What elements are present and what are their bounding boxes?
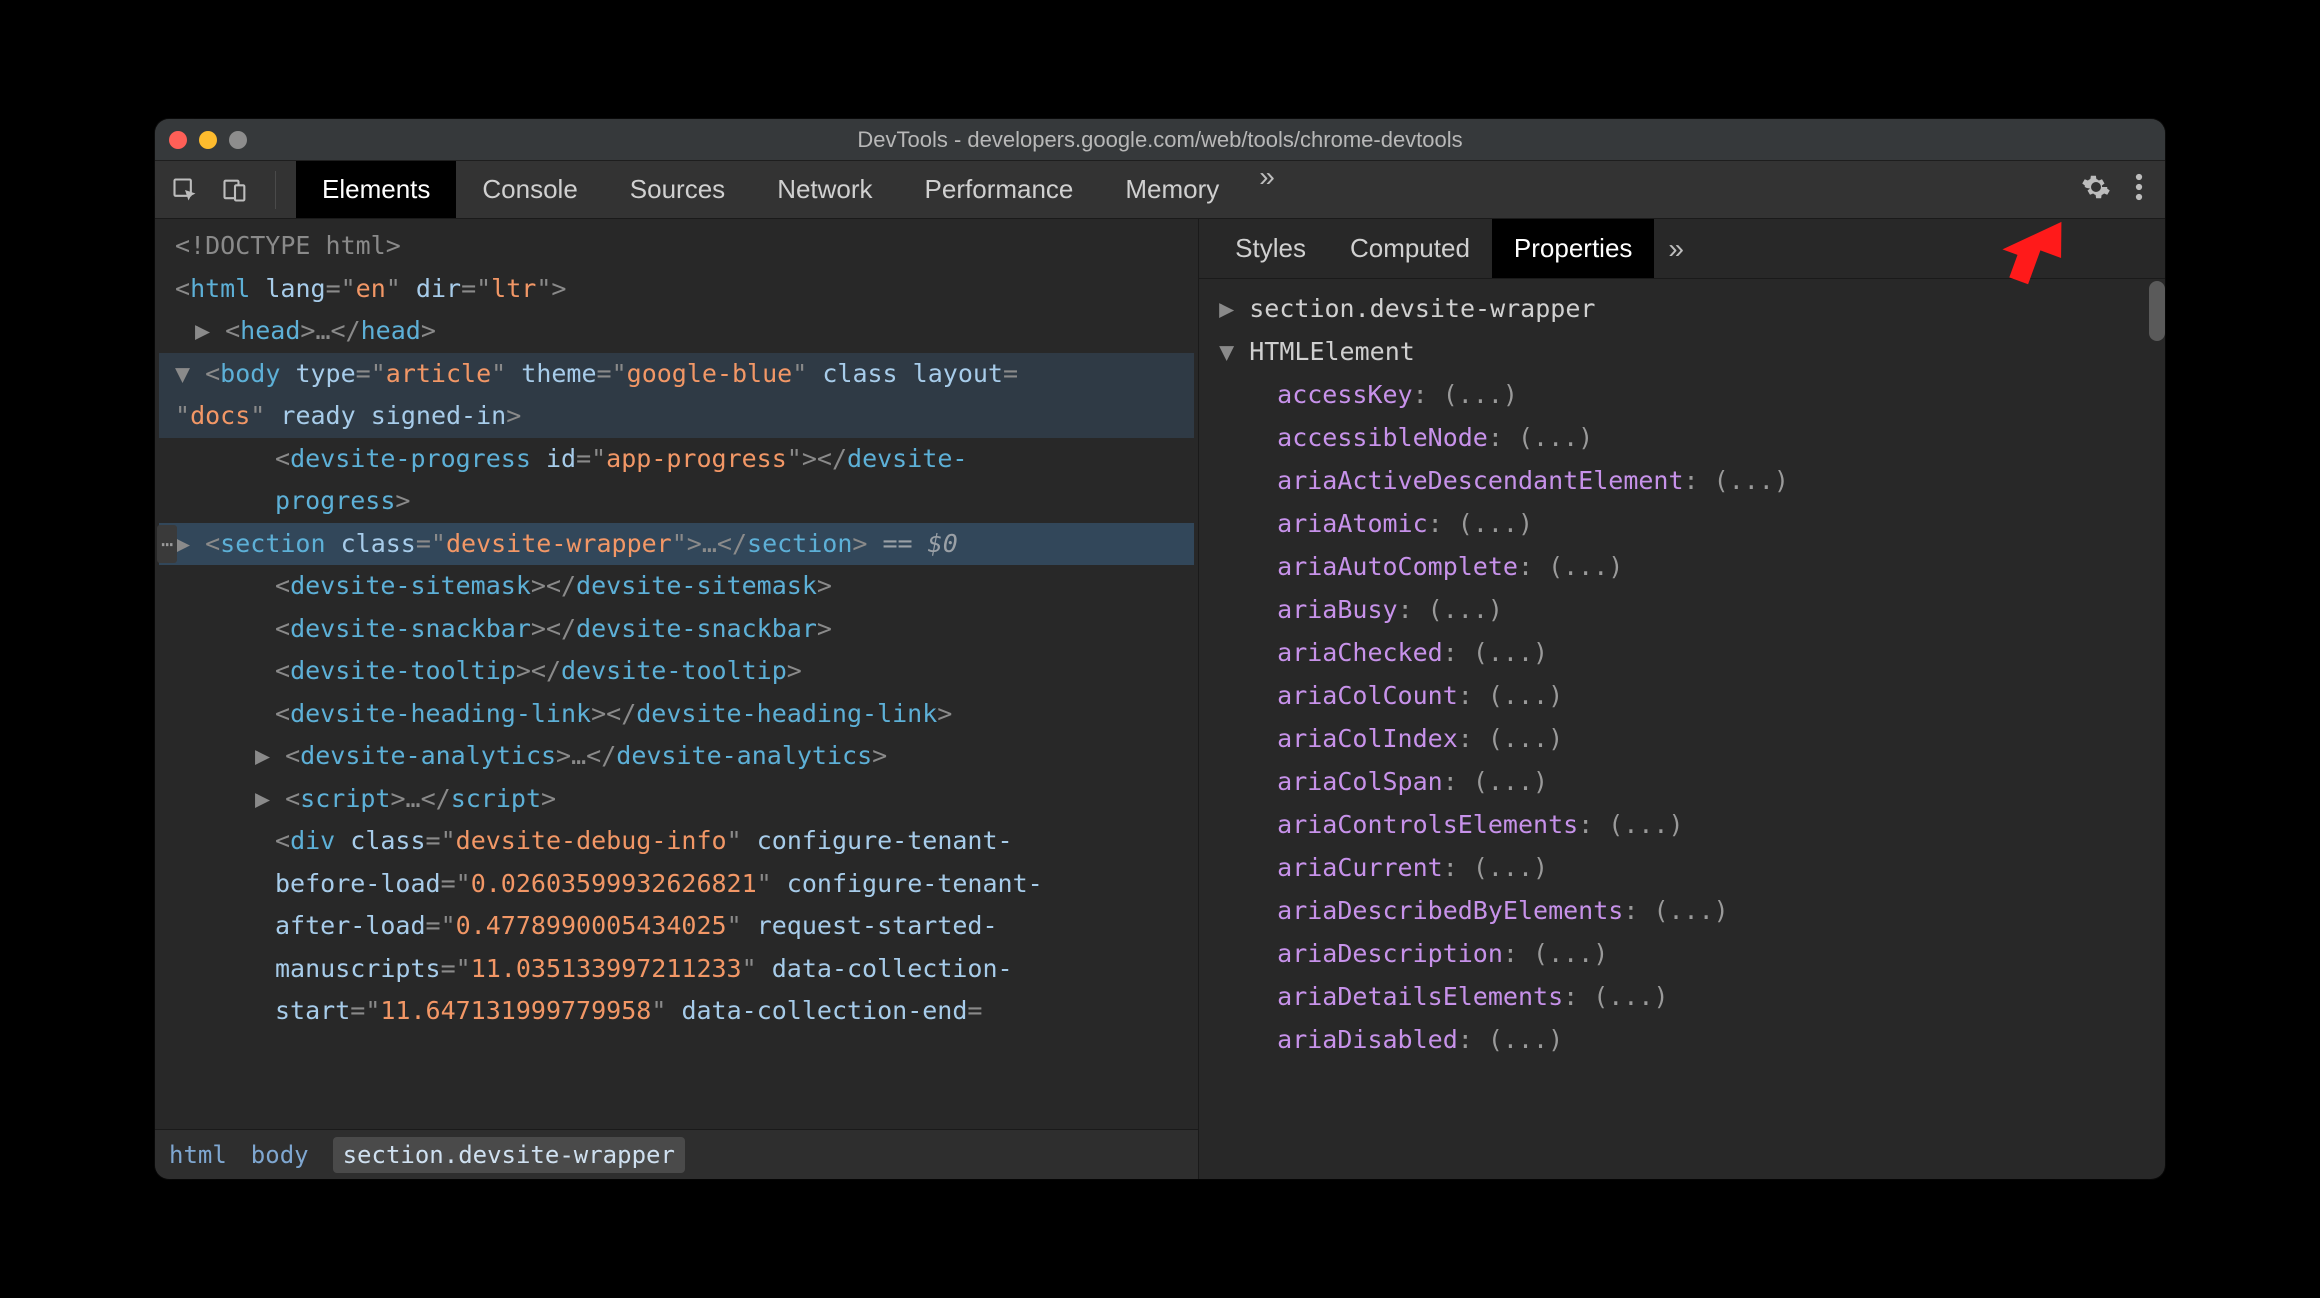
dom-html-open[interactable]: <html lang="en" dir="ltr"> — [155, 268, 1198, 311]
breadcrumb-bar: html body section.devsite-wrapper — [155, 1129, 1198, 1179]
prop-proto[interactable]: ▼ HTMLElement — [1203, 330, 2161, 373]
sidebar-tabs: Styles Computed Properties » — [1199, 219, 2165, 279]
dom-debug-div[interactable]: <div class="devsite-debug-info" configur… — [155, 820, 1198, 1033]
traffic-lights — [169, 131, 247, 149]
elements-panel: <!DOCTYPE html> <html lang="en" dir="ltr… — [155, 219, 1199, 1179]
tab-memory[interactable]: Memory — [1099, 161, 1245, 218]
crumb-html[interactable]: html — [169, 1141, 227, 1169]
prop-row[interactable]: ariaDescribedByElements: (...) — [1203, 889, 2161, 932]
prop-row[interactable]: accessibleNode: (...) — [1203, 416, 2161, 459]
dom-body[interactable]: ▼ <body type="article" theme="google-blu… — [159, 353, 1194, 438]
minimize-window-button[interactable] — [199, 131, 217, 149]
prop-row[interactable]: ariaColIndex: (...) — [1203, 717, 2161, 760]
prop-row[interactable]: ariaDisabled: (...) — [1203, 1018, 2161, 1061]
prop-row[interactable]: ariaActiveDescendantElement: (...) — [1203, 459, 2161, 502]
rtab-computed[interactable]: Computed — [1328, 219, 1492, 278]
dom-heading-link[interactable]: <devsite-heading-link></devsite-heading-… — [155, 693, 1198, 736]
device-toggle-icon[interactable] — [219, 174, 251, 206]
main-toolbar: Elements Console Sources Network Perform… — [155, 161, 2165, 219]
titlebar: DevTools - developers.google.com/web/too… — [155, 119, 2165, 161]
dom-sitemask[interactable]: <devsite-sitemask></devsite-sitemask> — [155, 565, 1198, 608]
tab-elements[interactable]: Elements — [296, 161, 456, 218]
ellipsis-icon[interactable]: ⋯ — [157, 525, 177, 563]
dom-section-selected[interactable]: ⋯▶ <section class="devsite-wrapper">…</s… — [159, 523, 1194, 566]
prop-row[interactable]: ariaAtomic: (...) — [1203, 502, 2161, 545]
scrollbar[interactable] — [2149, 281, 2165, 341]
prop-row[interactable]: ariaDescription: (...) — [1203, 932, 2161, 975]
close-window-button[interactable] — [169, 131, 187, 149]
prop-row[interactable]: ariaColCount: (...) — [1203, 674, 2161, 717]
panel-tabs: Elements Console Sources Network Perform… — [296, 161, 1289, 218]
sidebar-panel: Styles Computed Properties » ▶ section.d… — [1199, 219, 2165, 1179]
settings-icon[interactable] — [2081, 172, 2111, 207]
dom-tree[interactable]: <!DOCTYPE html> <html lang="en" dir="ltr… — [155, 219, 1198, 1129]
tab-performance[interactable]: Performance — [899, 161, 1100, 218]
dom-progress[interactable]: <devsite-progress id="app-progress"></de… — [155, 438, 1198, 523]
dom-head[interactable]: ▶ <head>…</head> — [155, 310, 1198, 353]
divider — [275, 171, 276, 209]
dom-doctype[interactable]: <!DOCTYPE html> — [155, 225, 1198, 268]
prop-section-header[interactable]: ▶ section.devsite-wrapper — [1203, 287, 2161, 330]
crumb-section[interactable]: section.devsite-wrapper — [333, 1137, 685, 1173]
prop-row[interactable]: ariaChecked: (...) — [1203, 631, 2161, 674]
more-sidebar-tabs-icon[interactable]: » — [1654, 233, 1698, 265]
tab-network[interactable]: Network — [751, 161, 898, 218]
prop-row[interactable]: ariaColSpan: (...) — [1203, 760, 2161, 803]
dom-script[interactable]: ▶ <script>…</script> — [155, 778, 1198, 821]
tab-console[interactable]: Console — [456, 161, 603, 218]
window-title: DevTools - developers.google.com/web/too… — [155, 127, 2165, 153]
more-tabs-icon[interactable]: » — [1245, 161, 1289, 218]
maximize-window-button[interactable] — [229, 131, 247, 149]
rtab-styles[interactable]: Styles — [1213, 219, 1328, 278]
prop-row[interactable]: ariaDetailsElements: (...) — [1203, 975, 2161, 1018]
crumb-body[interactable]: body — [251, 1141, 309, 1169]
dom-snackbar[interactable]: <devsite-snackbar></devsite-snackbar> — [155, 608, 1198, 651]
prop-row[interactable]: ariaAutoComplete: (...) — [1203, 545, 2161, 588]
prop-row[interactable]: accessKey: (...) — [1203, 373, 2161, 416]
content-area: <!DOCTYPE html> <html lang="en" dir="ltr… — [155, 219, 2165, 1179]
tab-sources[interactable]: Sources — [604, 161, 751, 218]
properties-list[interactable]: ▶ section.devsite-wrapper ▼ HTMLElement … — [1199, 279, 2165, 1179]
kebab-menu-icon[interactable] — [2135, 172, 2143, 207]
dom-tooltip[interactable]: <devsite-tooltip></devsite-tooltip> — [155, 650, 1198, 693]
dom-analytics[interactable]: ▶ <devsite-analytics>…</devsite-analytic… — [155, 735, 1198, 778]
rtab-properties[interactable]: Properties — [1492, 219, 1655, 278]
prop-row[interactable]: ariaCurrent: (...) — [1203, 846, 2161, 889]
prop-row[interactable]: ariaControlsElements: (...) — [1203, 803, 2161, 846]
prop-row[interactable]: ariaBusy: (...) — [1203, 588, 2161, 631]
devtools-window: DevTools - developers.google.com/web/too… — [155, 119, 2165, 1179]
inspect-element-icon[interactable] — [169, 174, 201, 206]
